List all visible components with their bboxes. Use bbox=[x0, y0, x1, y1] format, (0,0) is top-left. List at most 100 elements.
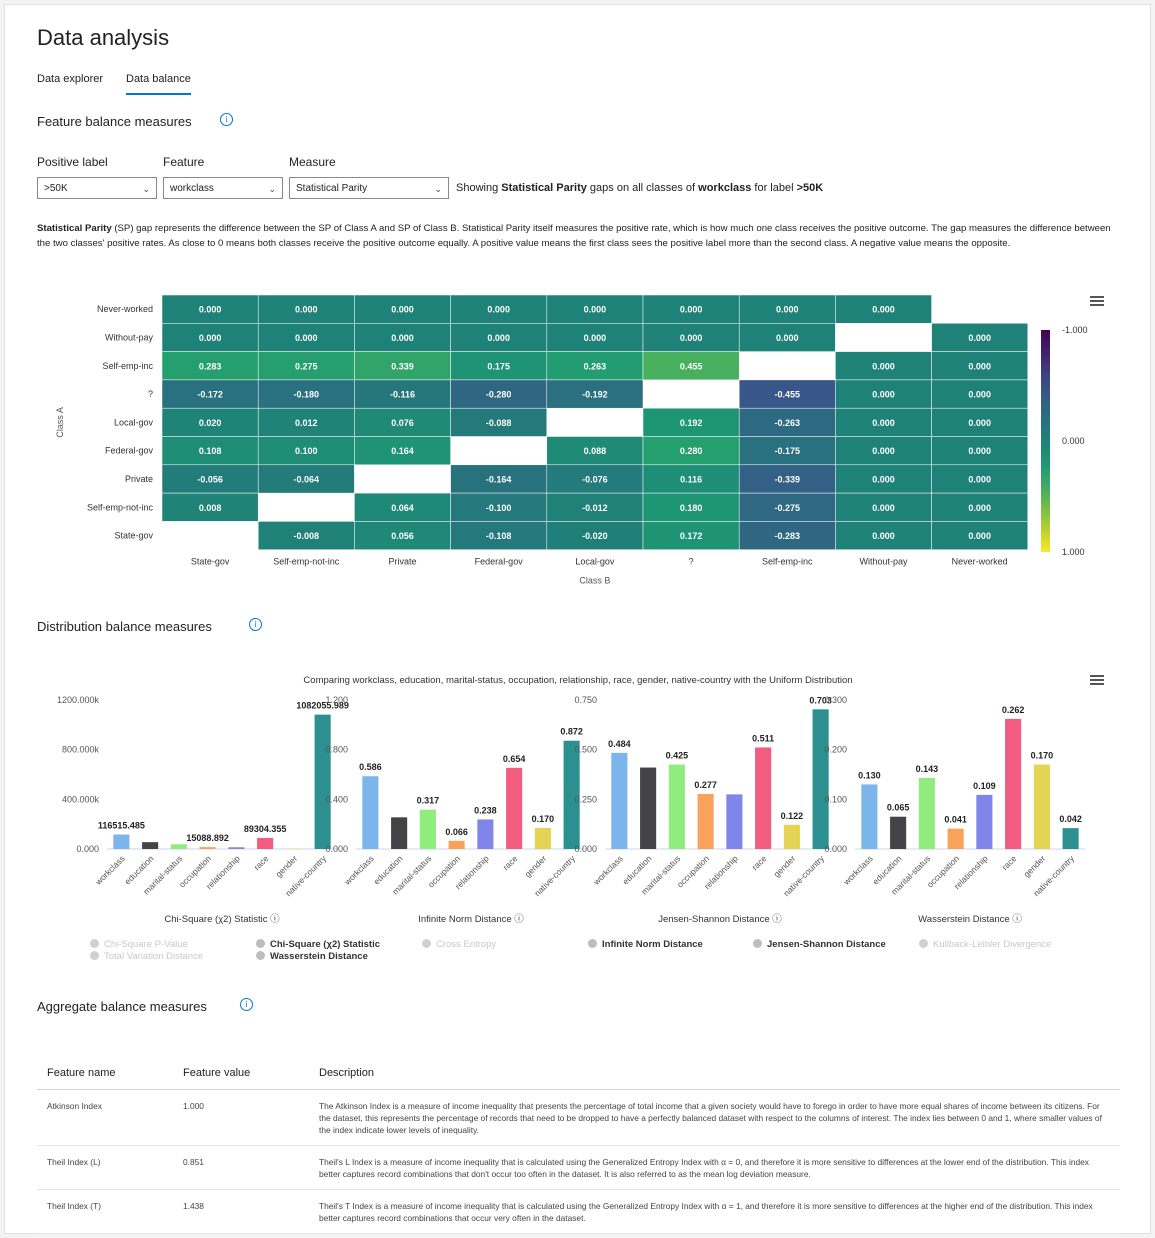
bar[interactable] bbox=[697, 793, 714, 849]
heatmap-cell-label: 0.000 bbox=[391, 333, 414, 343]
panel-axis-title: Infinite Norm Distance ⓘ bbox=[418, 914, 524, 925]
colorbar-label: 0.000 bbox=[1062, 436, 1085, 446]
table-row: Theil Index (T) 1.438 Theil's T Index is… bbox=[37, 1189, 1120, 1234]
bar[interactable] bbox=[812, 709, 829, 849]
bar[interactable] bbox=[861, 784, 878, 849]
data-label: 0.511 bbox=[752, 733, 774, 743]
heatmap-cell-empty bbox=[546, 408, 643, 437]
data-label: 0.277 bbox=[694, 780, 717, 790]
bar[interactable] bbox=[228, 847, 245, 849]
heatmap-cell-label: 0.000 bbox=[584, 333, 607, 343]
info-icon[interactable]: i bbox=[249, 618, 262, 631]
positive-label-dropdown[interactable]: >50K ⌄ bbox=[37, 177, 157, 199]
legend-item-wasserstein-distance[interactable]: Wasserstein Distance bbox=[256, 951, 368, 962]
heatmap-cell-label: 0.000 bbox=[391, 305, 414, 315]
bar[interactable] bbox=[534, 827, 551, 849]
y-tick-label: Federal-gov bbox=[105, 446, 154, 456]
bar[interactable] bbox=[668, 764, 685, 849]
bar[interactable] bbox=[448, 840, 465, 849]
heatmap-cell-label: 0.000 bbox=[584, 305, 607, 315]
bar[interactable] bbox=[640, 767, 657, 849]
feature-dropdown[interactable]: workclass ⌄ bbox=[163, 177, 283, 199]
data-label: 0.122 bbox=[781, 811, 804, 821]
bar[interactable] bbox=[918, 777, 935, 849]
heatmap-cell-label: 0.088 bbox=[584, 446, 607, 456]
bar[interactable] bbox=[783, 824, 800, 849]
colorbar-label: 1.000 bbox=[1062, 547, 1085, 557]
heatmap-cell-label: 0.100 bbox=[295, 446, 318, 456]
panel-axis-title: Chi-Square (χ2) Statistic ⓘ bbox=[164, 914, 280, 925]
bar[interactable] bbox=[1005, 718, 1022, 849]
bar[interactable] bbox=[362, 776, 379, 849]
legend-item-jensen-shannon-distance[interactable]: Jensen-Shannon Distance bbox=[753, 939, 886, 950]
heatmap-cell-label: 0.000 bbox=[872, 531, 895, 541]
heatmap-cell-empty bbox=[643, 379, 740, 409]
bar[interactable] bbox=[947, 828, 964, 849]
description-cell: Theil's L Index is a measure of income i… bbox=[309, 1145, 1120, 1190]
heatmap-cell-label: 0.000 bbox=[872, 503, 895, 513]
heatmap-cell-empty bbox=[931, 295, 1028, 324]
bar[interactable] bbox=[726, 794, 743, 849]
info-icon[interactable]: i bbox=[220, 113, 233, 126]
x-tick-label: race bbox=[252, 853, 271, 872]
measure-dropdown[interactable]: Statistical Parity ⌄ bbox=[289, 177, 449, 199]
data-label: 0.170 bbox=[1031, 751, 1054, 761]
bar[interactable] bbox=[890, 816, 907, 849]
x-tick-label: gender bbox=[523, 853, 549, 879]
bar[interactable] bbox=[419, 809, 436, 849]
bar[interactable] bbox=[285, 848, 302, 850]
legend-item-total-variation-distance[interactable]: Total Variation Distance bbox=[90, 951, 203, 962]
x-tick-label: race bbox=[750, 853, 769, 872]
info-icon[interactable]: i bbox=[240, 998, 253, 1011]
bar[interactable] bbox=[1062, 828, 1079, 849]
feature-value-cell: 1.438 bbox=[173, 1189, 309, 1234]
bar[interactable] bbox=[755, 747, 772, 849]
bar[interactable] bbox=[976, 794, 993, 849]
heatmap-cell-label: 0.000 bbox=[487, 333, 510, 343]
bar[interactable] bbox=[1033, 764, 1050, 849]
legend-item-cross-entropy[interactable]: Cross Entropy bbox=[422, 939, 496, 950]
bar[interactable] bbox=[477, 819, 494, 849]
heatmap-cell-empty bbox=[258, 493, 355, 522]
data-label: 0.238 bbox=[474, 805, 497, 815]
heatmap-cell-label: 0.000 bbox=[872, 446, 895, 456]
heatmap-cell-label: 0.000 bbox=[968, 390, 991, 400]
bar[interactable] bbox=[257, 837, 274, 849]
bar[interactable] bbox=[170, 844, 187, 849]
heatmap-cell-label: -0.056 bbox=[197, 474, 223, 484]
heatmap-cell-label: 0.008 bbox=[199, 503, 222, 513]
bar[interactable] bbox=[391, 817, 408, 849]
feature-name-cell: Theil Index (T) bbox=[37, 1189, 173, 1234]
page-title: Data analysis bbox=[37, 25, 170, 50]
chart-menu-icon[interactable] bbox=[1090, 675, 1104, 687]
x-tick-label: gender bbox=[1022, 853, 1048, 879]
heatmap-cell-label: 0.000 bbox=[295, 305, 318, 315]
tab-data-balance[interactable]: Data balance bbox=[126, 73, 191, 95]
bar[interactable] bbox=[611, 752, 628, 849]
feature-label: Feature bbox=[163, 155, 205, 169]
bar[interactable] bbox=[113, 834, 130, 849]
feature-balance-title: Feature balance measures bbox=[37, 114, 192, 129]
aggregate-table: Feature name Feature value Description A… bbox=[37, 1057, 1120, 1234]
tab-data-explorer[interactable]: Data explorer bbox=[37, 73, 103, 93]
heatmap-cell-label: 0.000 bbox=[872, 305, 895, 315]
heatmap-cell-empty bbox=[162, 521, 259, 550]
x-tick-label: Federal-gov bbox=[475, 557, 524, 567]
positive-label-label: Positive label bbox=[37, 155, 108, 169]
chart-menu-icon[interactable] bbox=[1090, 296, 1104, 308]
legend-item-chi-square-p-value[interactable]: Chi-Square P-Value bbox=[90, 939, 188, 950]
y-tick-label: 1200.000k bbox=[57, 695, 100, 705]
bar[interactable] bbox=[314, 714, 331, 849]
legend-item-chi-square-statistic[interactable]: Chi-Square (χ2) Statistic bbox=[256, 939, 380, 950]
y-tick-label: 0.000 bbox=[824, 844, 847, 854]
bar[interactable] bbox=[506, 767, 523, 849]
legend-item-infinite-norm-distance[interactable]: Infinite Norm Distance bbox=[588, 939, 703, 950]
bar[interactable] bbox=[199, 847, 216, 849]
y-tick-label: 0.000 bbox=[76, 844, 99, 854]
legend-item-kullback-leibler-divergence[interactable]: Kullback-Leibler Divergence bbox=[919, 939, 1051, 950]
aggregate-balance-title: Aggregate balance measures bbox=[37, 999, 207, 1014]
heatmap-cell-label: -0.108 bbox=[486, 531, 512, 541]
heatmap-chart: 0.000 0.000 0.000 0.000 0.000 0.000 0.000 0.000… bbox=[55, 294, 1088, 586]
heatmap-cell-label: 0.116 bbox=[680, 474, 702, 484]
bar[interactable] bbox=[142, 842, 159, 849]
